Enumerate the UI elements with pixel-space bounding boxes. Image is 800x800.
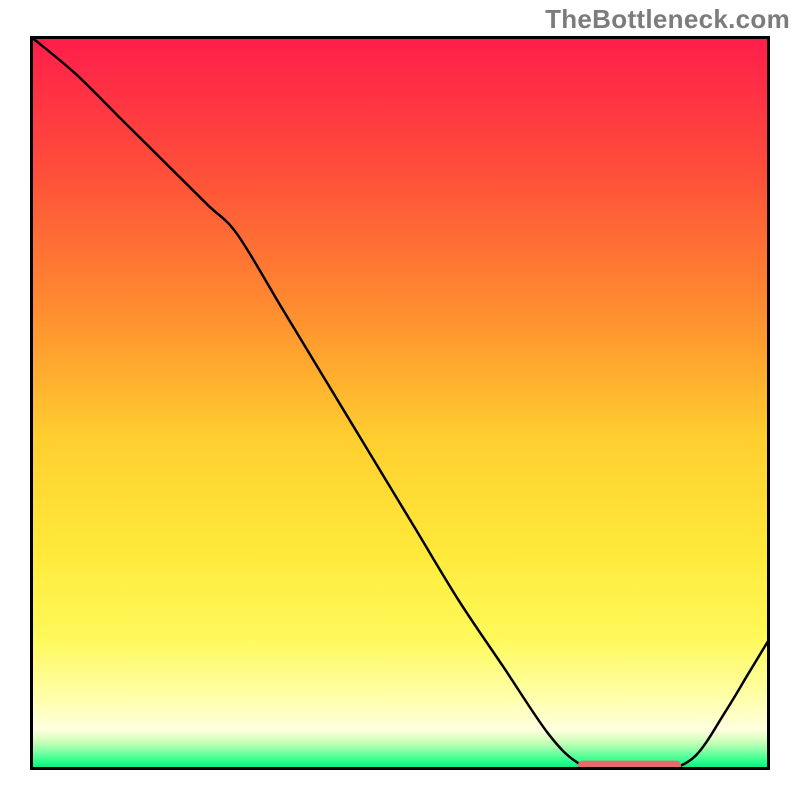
plot-area xyxy=(30,36,770,770)
gradient-rect xyxy=(30,36,770,770)
watermark-label: TheBottleneck.com xyxy=(545,4,790,35)
chart-root: TheBottleneck.com xyxy=(0,0,800,800)
chart-svg xyxy=(30,36,770,770)
